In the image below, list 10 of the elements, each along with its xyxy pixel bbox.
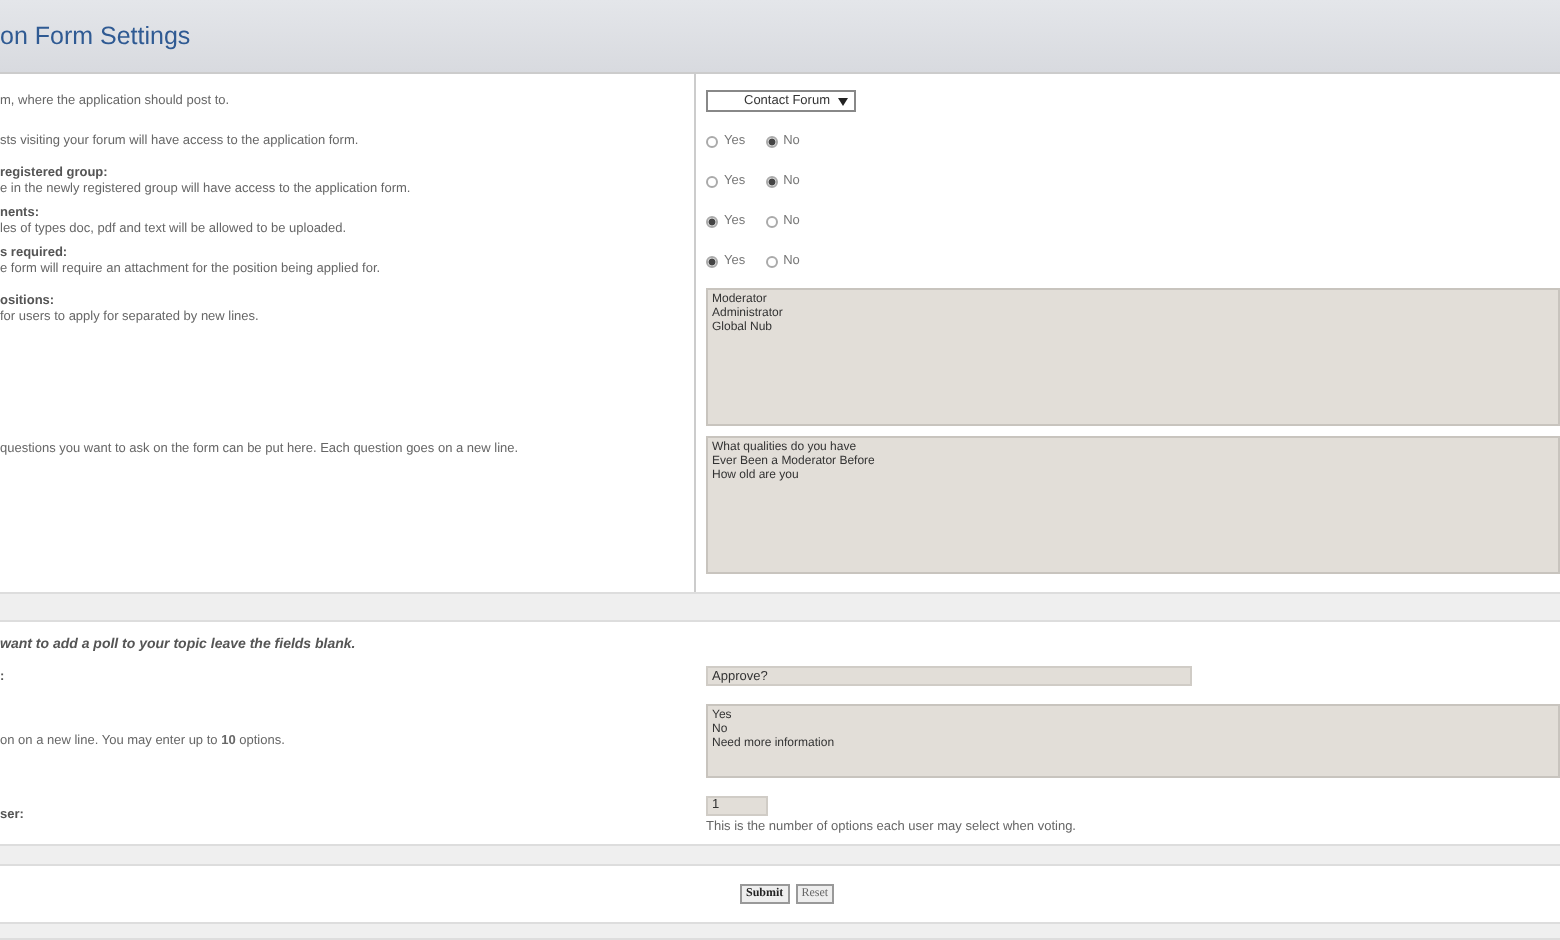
caret-icon <box>838 97 848 106</box>
radio-button[interactable] <box>765 135 778 148</box>
radio-button[interactable] <box>765 255 778 268</box>
radio-button[interactable] <box>706 215 718 228</box>
radio-button[interactable] <box>706 175 718 188</box>
radio-button[interactable] <box>706 255 718 268</box>
radio-button[interactable] <box>765 175 778 188</box>
radio-button[interactable] <box>706 135 718 148</box>
page-title: on Form Settings <box>0 21 191 50</box>
radio-button[interactable] <box>765 215 778 228</box>
